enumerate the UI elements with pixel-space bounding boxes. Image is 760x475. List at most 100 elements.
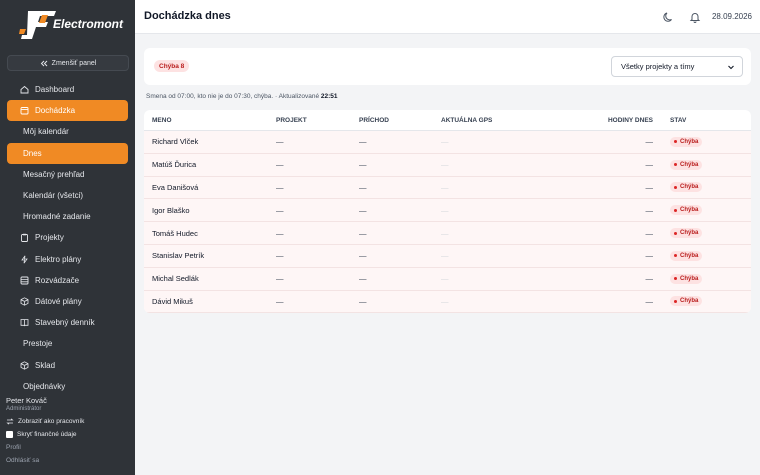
sidebar-item-label: Kalendár (všetci) (23, 191, 84, 201)
sidebar-item-moj-kalendar[interactable]: Môj kalendár (7, 121, 128, 142)
sidebar-item-dnes[interactable]: Dnes (7, 142, 128, 164)
sidebar-item-kalendar-vsetci[interactable]: Kalendár (všetci) (7, 185, 128, 206)
sidebar-item-elektro-plany[interactable]: Elektro plány (7, 249, 128, 270)
status-badge: Chýba (670, 136, 703, 147)
status-badge: Chýba (670, 296, 703, 307)
sidebar-item-dashboard[interactable]: Dashboard (7, 79, 128, 100)
status-dot-icon (674, 231, 677, 235)
cell-name: Michal Sedlák (152, 274, 199, 284)
cell-hours: — (645, 137, 654, 147)
cell-name: Eva Danišová (152, 182, 199, 192)
sidebar-item-objednavky[interactable]: Objednávky (7, 376, 128, 397)
sidebar-item-rozvadzace[interactable]: Rozvádzače (7, 270, 128, 291)
bell-icon[interactable] (689, 10, 701, 23)
cell-state: Chýba (670, 245, 703, 267)
book-icon (20, 318, 29, 327)
status-badge: Chýba (670, 159, 703, 170)
cell-hours: — (645, 228, 654, 238)
profile-link[interactable]: Profil (6, 441, 135, 454)
table-row[interactable]: Stanislav Petrík — — — — Chýba (144, 244, 751, 268)
hide-financial-checkbox[interactable] (6, 431, 13, 438)
table-row[interactable]: Matúš Ďurica — — — — Chýba (144, 153, 751, 177)
sidebar-item-hromadne-zadanie[interactable]: Hromadné zadanie (7, 206, 128, 227)
moon-icon[interactable] (663, 10, 675, 22)
calendar-icon (20, 106, 29, 115)
status-badge: Chýba (670, 205, 703, 216)
sidebar-item-prestoje[interactable]: Prestoje (7, 333, 128, 354)
cell-arrival: — (359, 182, 367, 192)
shift-info: Smena od 07:00, kto nie je do 07:30, chý… (146, 93, 338, 100)
sidebar-item-label: Stavebný denník (35, 318, 95, 328)
clipboard-icon (20, 233, 29, 243)
cell-project: — (276, 160, 284, 170)
chevron-down-icon (728, 65, 734, 70)
sidebar-item-datove-plany[interactable]: Dátové plány (7, 291, 128, 312)
status-dot-icon (674, 185, 677, 189)
logout-link[interactable]: Odhlásiť sa (6, 454, 135, 467)
user-block: Peter Kováč Administrátor Zobraziť ako p… (0, 396, 135, 467)
col-name[interactable]: MENO (152, 110, 172, 130)
package-icon (20, 360, 29, 370)
logo[interactable]: Electromont (0, 0, 135, 50)
table-row[interactable]: Richard Vlček — — — — Chýba (144, 131, 751, 154)
cell-arrival: — (359, 296, 367, 306)
sidebar-item-label: Môj kalendár (23, 127, 69, 137)
cell-arrival: — (359, 228, 367, 238)
col-hours[interactable]: HODINY DNES (608, 110, 653, 130)
cell-project: — (276, 228, 284, 238)
sidebar-nav: Dashboard Dochádzka Môj kalendár Dnes Me… (0, 79, 135, 397)
sidebar-item-mesacny-prehlad[interactable]: Mesačný prehľad (7, 164, 128, 185)
status-label: Chýba (680, 184, 699, 191)
cell-state: Chýba (670, 291, 703, 313)
box-icon (20, 297, 29, 306)
cell-name: Dávid Mikuš (152, 296, 193, 306)
top-header: Dochádzka dnes 28.09.2026 (135, 0, 760, 34)
double-chevron-left-icon (40, 60, 48, 66)
col-arrival[interactable]: PRÍCHOD (359, 110, 389, 130)
missing-count-badge[interactable]: Chýba 8 (154, 60, 190, 72)
cell-gps: — (441, 137, 449, 147)
status-badge: Chýba (670, 228, 703, 239)
collapse-panel-button[interactable]: Zmenšiť panel (7, 55, 129, 71)
cell-project: — (276, 205, 284, 215)
col-state[interactable]: STAV (670, 110, 686, 130)
project-team-select[interactable]: Všetky projekty a tímy (611, 56, 743, 77)
table-row[interactable]: Michal Sedlák — — — — Chýba (144, 267, 751, 291)
project-team-select-value: Všetky projekty a tímy (621, 62, 695, 71)
sidebar: Electromont Zmenšiť panel Dashboard Doch… (0, 0, 135, 475)
sidebar-item-sklad[interactable]: Sklad (7, 354, 128, 375)
table-row[interactable]: Tomáš Hudec — — — — Chýba (144, 222, 751, 245)
cell-project: — (276, 274, 284, 284)
cell-project: — (276, 251, 284, 261)
brand-name: Electromont (53, 17, 124, 31)
bolt-icon (20, 255, 29, 264)
sidebar-item-label: Dochádzka (35, 106, 76, 116)
table-row[interactable]: Eva Danišová — — — — Chýba (144, 176, 751, 200)
cell-arrival: — (359, 205, 367, 215)
cell-name: Igor Blaško (152, 205, 190, 215)
sidebar-item-label: Elektro plány (35, 254, 82, 264)
col-gps[interactable]: AKTUÁLNA GPS (441, 110, 492, 130)
cell-state: Chýba (670, 177, 703, 199)
col-project[interactable]: PROJEKT (276, 110, 307, 130)
status-dot-icon (674, 254, 677, 258)
cell-gps: — (441, 160, 449, 170)
table-row[interactable]: Igor Blaško — — — — Chýba (144, 199, 751, 223)
table-row[interactable]: Dávid Mikuš — — — — Chýba (144, 290, 751, 313)
table-header: MENO PROJEKT PRÍCHOD AKTUÁLNA GPS HODINY… (144, 110, 751, 131)
hide-financial-toggle[interactable]: Skryť finančné údaje (6, 428, 135, 441)
status-dot-icon (674, 163, 677, 167)
cell-project: — (276, 137, 284, 147)
cell-name: Richard Vlček (152, 137, 199, 147)
sidebar-item-projekty[interactable]: Projekty (7, 227, 128, 248)
cell-name: Tomáš Hudec (152, 228, 198, 238)
cell-name: Stanislav Petrík (152, 251, 205, 261)
sidebar-item-stavebny-dennik[interactable]: Stavebný denník (7, 312, 128, 333)
cell-hours: — (645, 274, 654, 284)
sidebar-item-dochadzka[interactable]: Dochádzka (7, 100, 128, 122)
cell-gps: — (441, 205, 449, 215)
status-label: Chýba (680, 161, 699, 168)
switch-to-worker-link[interactable]: Zobraziť ako pracovník (6, 415, 135, 428)
status-label: Chýba (680, 230, 699, 237)
cell-state: Chýba (670, 131, 703, 153)
